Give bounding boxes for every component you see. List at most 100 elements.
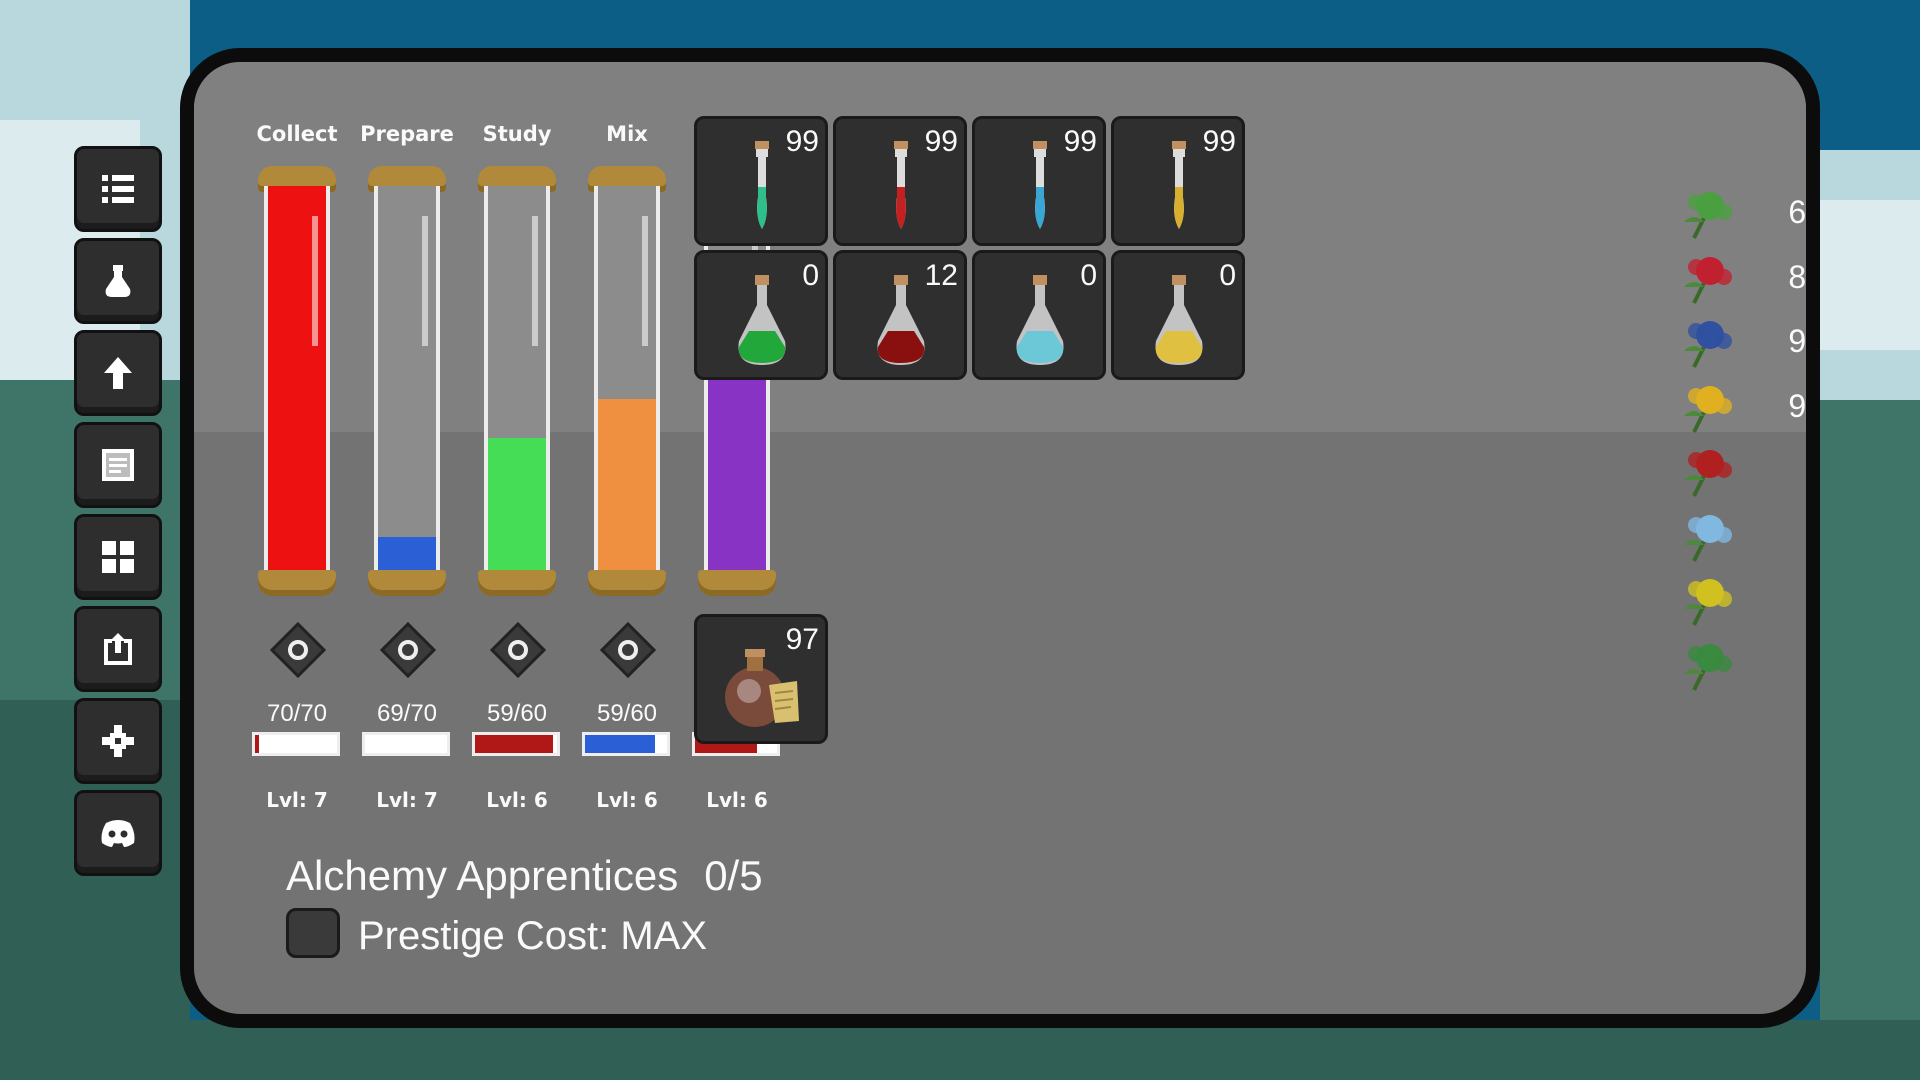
list-icon bbox=[98, 169, 138, 209]
potion-slot[interactable]: 0 bbox=[694, 250, 828, 380]
resource-count: 91 bbox=[1754, 323, 1820, 360]
station-title: Prepare bbox=[352, 122, 462, 146]
station-progress-bar bbox=[362, 732, 450, 756]
station-title: Collect bbox=[242, 122, 352, 146]
menu-list-button[interactable] bbox=[74, 146, 162, 232]
apprentices-row: Alchemy Apprentices 0/5 bbox=[286, 852, 789, 900]
resource-row: 0 bbox=[1674, 634, 1820, 694]
potion-count: 12 bbox=[925, 259, 958, 293]
flask-icon bbox=[98, 261, 138, 301]
alchemy-button[interactable] bbox=[74, 238, 162, 324]
yellow-skull-plant-icon bbox=[1674, 569, 1746, 629]
light-blue-potion-icon bbox=[997, 271, 1083, 371]
resource-count: 0 bbox=[1754, 517, 1820, 554]
arrow-up-icon bbox=[98, 353, 138, 393]
potion-count: 99 bbox=[1203, 125, 1236, 159]
station-title: Study bbox=[462, 122, 572, 146]
liquid-tube bbox=[478, 166, 556, 596]
potion-count: 99 bbox=[925, 125, 958, 159]
liquid-tube bbox=[368, 166, 446, 596]
station-ratio: 59/60 bbox=[572, 700, 682, 728]
station-mix: Mix 59/60 Lvl: 6 bbox=[572, 62, 682, 842]
resource-row: 68 bbox=[1674, 182, 1820, 242]
blue-leaf-icon bbox=[1674, 311, 1746, 371]
station-progress-bar bbox=[582, 732, 670, 756]
station-action-diamond[interactable] bbox=[380, 622, 436, 678]
potion-slot[interactable]: 99 bbox=[694, 116, 828, 246]
station-ratio: 69/70 bbox=[352, 700, 462, 728]
resource-count: 0 bbox=[1754, 581, 1820, 618]
station-study: Study 59/60 Lvl: 6 bbox=[462, 62, 572, 842]
resource-row: 0 bbox=[1674, 440, 1820, 500]
liquid-fill bbox=[598, 399, 656, 580]
red-berries-icon bbox=[1674, 247, 1746, 307]
special-item-slot[interactable]: 97 bbox=[694, 614, 828, 744]
settings-icon bbox=[98, 721, 138, 761]
station-progress-bar bbox=[252, 732, 340, 756]
discord-button[interactable] bbox=[74, 790, 162, 876]
apprentices-label: Alchemy Apprentices bbox=[286, 852, 678, 899]
potion-slot[interactable]: 99 bbox=[1111, 116, 1245, 246]
potion-slot[interactable]: 0 bbox=[972, 250, 1106, 380]
station-title: Mix bbox=[572, 122, 682, 146]
resource-row: 0 bbox=[1674, 569, 1820, 629]
resource-count: 80 bbox=[1754, 259, 1820, 296]
station-progress-bar bbox=[472, 732, 560, 756]
export-button[interactable] bbox=[74, 606, 162, 692]
station-action-diamond[interactable] bbox=[270, 622, 326, 678]
prestige-cost-label: Prestige Cost: MAX bbox=[358, 914, 707, 959]
moss-patch-icon bbox=[1674, 634, 1746, 694]
station-prepare: Prepare 69/70 Lvl: 7 bbox=[352, 62, 462, 842]
grid-button[interactable] bbox=[74, 514, 162, 600]
resource-count: 98 bbox=[1754, 388, 1820, 425]
station-level: Lvl: 7 bbox=[352, 788, 462, 812]
potion-slot[interactable]: 99 bbox=[833, 116, 967, 246]
resource-row: 91 bbox=[1674, 311, 1820, 371]
potion-slot[interactable]: 12 bbox=[833, 250, 967, 380]
liquid-fill bbox=[708, 375, 766, 580]
station-action-diamond[interactable] bbox=[600, 622, 656, 678]
liquid-fill bbox=[488, 438, 546, 580]
station-ratio: 70/70 bbox=[242, 700, 352, 728]
resource-row: 0 bbox=[1674, 505, 1820, 565]
red-flower-stalk-icon bbox=[1674, 440, 1746, 500]
apprentices-value: 0/5 bbox=[704, 852, 762, 899]
grid-icon bbox=[98, 537, 138, 577]
special-item-count: 97 bbox=[786, 623, 819, 657]
station-level: Lvl: 6 bbox=[682, 788, 792, 812]
green-herb-icon bbox=[1674, 182, 1746, 242]
resource-count: 0 bbox=[1754, 646, 1820, 683]
sidebar bbox=[74, 146, 166, 882]
alchemy-panel: Collect 70/70 Lvl: 7 Prepare bbox=[180, 48, 1820, 1028]
potion-slot[interactable]: 99 bbox=[972, 116, 1106, 246]
potion-count: 99 bbox=[786, 125, 819, 159]
potion-count: 0 bbox=[1219, 259, 1236, 293]
station-level: Lvl: 6 bbox=[572, 788, 682, 812]
station-action-diamond[interactable] bbox=[490, 622, 546, 678]
liquid-tube bbox=[258, 166, 336, 596]
station-level: Lvl: 6 bbox=[462, 788, 572, 812]
station-ratio: 59/60 bbox=[462, 700, 572, 728]
settings-button[interactable] bbox=[74, 698, 162, 784]
station-level: Lvl: 7 bbox=[242, 788, 352, 812]
export-icon bbox=[98, 629, 138, 669]
resource-row: 80 bbox=[1674, 247, 1820, 307]
liquid-tube bbox=[588, 166, 666, 596]
resource-row: 98 bbox=[1674, 376, 1820, 436]
discord-icon bbox=[98, 813, 138, 853]
potion-count: 0 bbox=[1080, 259, 1097, 293]
blue-berries-icon bbox=[1674, 505, 1746, 565]
prestige-button[interactable] bbox=[286, 908, 340, 958]
potion-count: 99 bbox=[1064, 125, 1097, 159]
yellow-flower-icon bbox=[1674, 376, 1746, 436]
green-potion-icon bbox=[719, 271, 805, 371]
resource-count: 0 bbox=[1754, 452, 1820, 489]
golden-potion-icon bbox=[1136, 271, 1222, 371]
potion-slot[interactable]: 0 bbox=[1111, 250, 1245, 380]
station-collect: Collect 70/70 Lvl: 7 bbox=[242, 62, 352, 842]
potion-count: 0 bbox=[802, 259, 819, 293]
upgrade-button[interactable] bbox=[74, 330, 162, 416]
notes-button[interactable] bbox=[74, 422, 162, 508]
resource-count: 68 bbox=[1754, 194, 1820, 231]
notes-icon bbox=[98, 445, 138, 485]
